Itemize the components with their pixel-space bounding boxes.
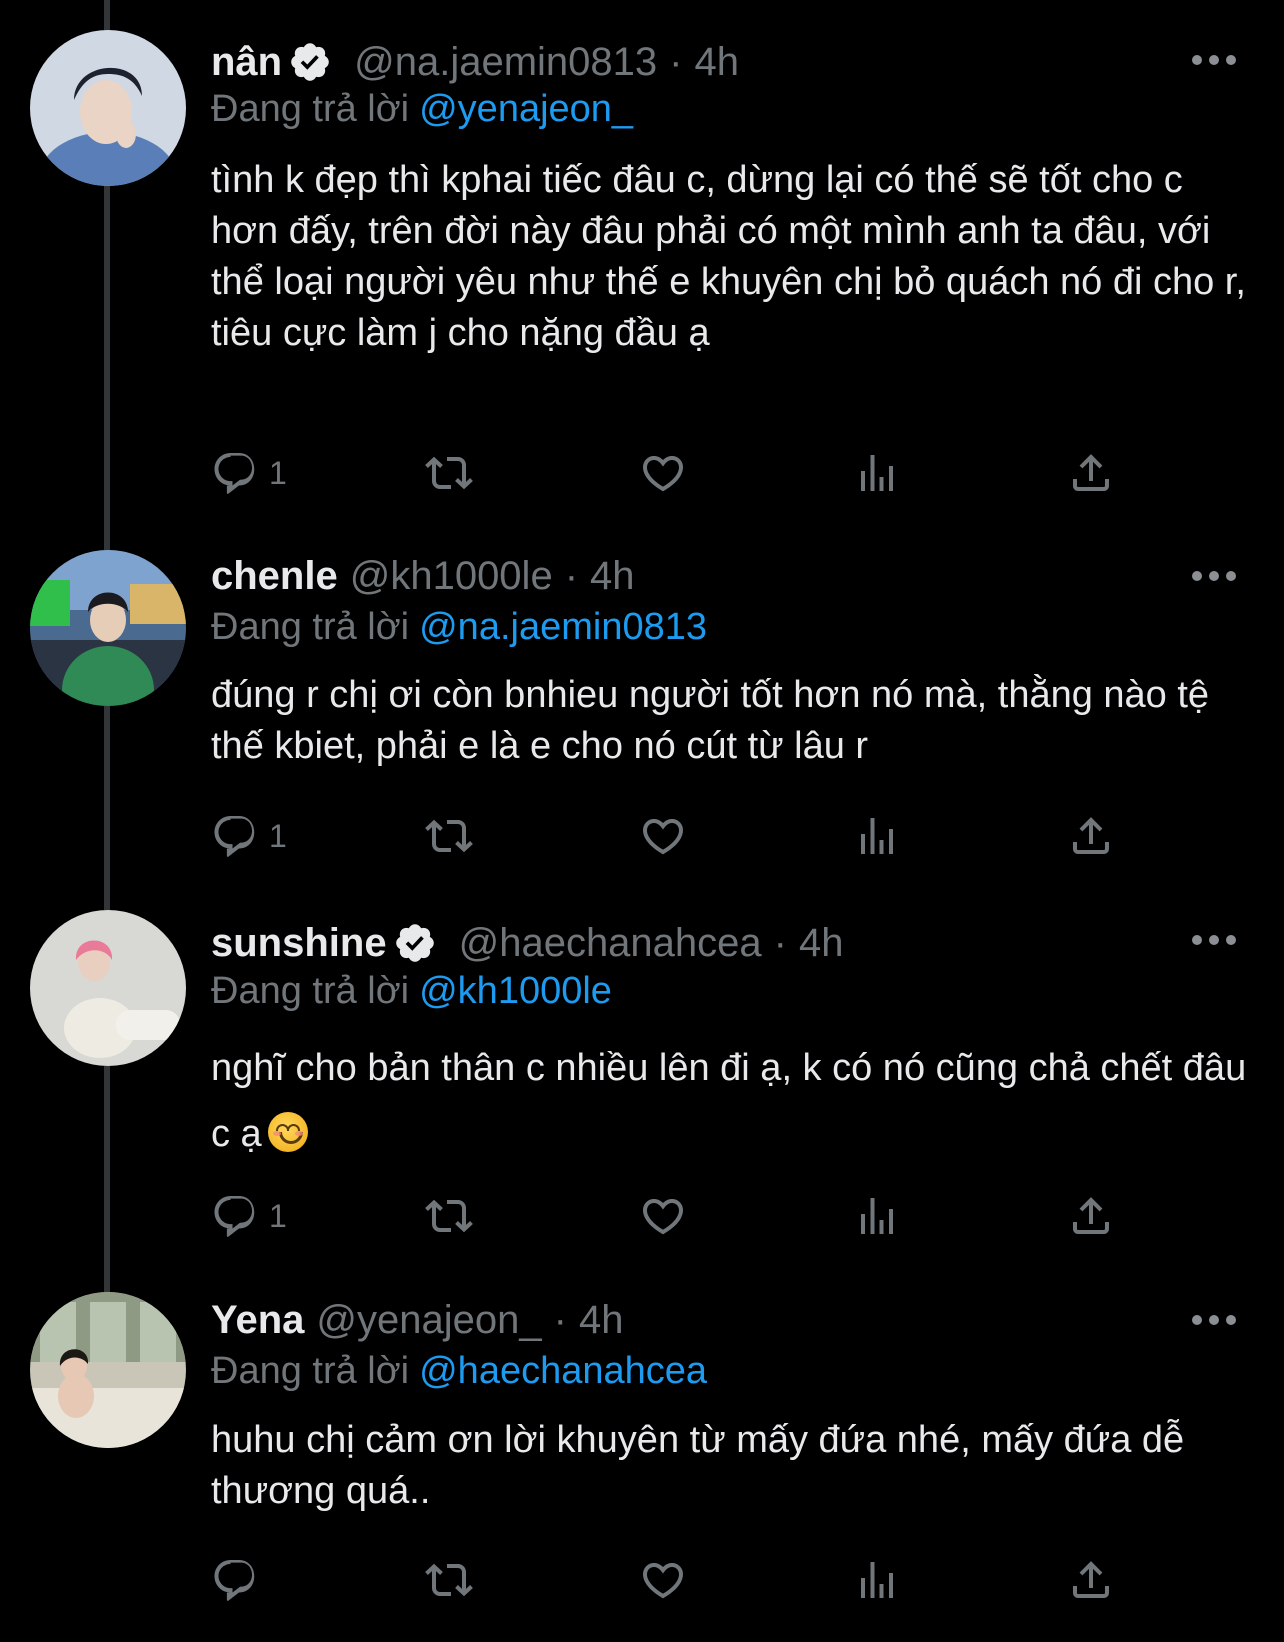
action-bar: 1 bbox=[211, 447, 1131, 499]
retweet-button[interactable] bbox=[425, 1554, 473, 1606]
share-icon bbox=[1067, 449, 1115, 497]
more-icon[interactable] bbox=[1192, 52, 1236, 68]
share-button[interactable] bbox=[1067, 1190, 1115, 1242]
reply-icon bbox=[211, 449, 259, 497]
views-button[interactable] bbox=[853, 810, 901, 862]
timestamp[interactable]: 4h bbox=[579, 1298, 624, 1343]
views-button[interactable] bbox=[853, 447, 901, 499]
reply-count: 1 bbox=[269, 817, 287, 854]
separator: · bbox=[669, 39, 683, 84]
reply-icon bbox=[211, 812, 259, 860]
timestamp[interactable]: 4h bbox=[590, 554, 635, 599]
views-icon bbox=[853, 1556, 901, 1604]
avatar[interactable] bbox=[30, 550, 186, 706]
more-icon[interactable] bbox=[1192, 1312, 1236, 1328]
reply-prefix: Đang trả lời bbox=[211, 606, 410, 648]
mention-link[interactable]: @yenajeon_ bbox=[419, 88, 633, 130]
tweet-text-content: nghĩ cho bản thân c nhiều lên đi ạ, k có… bbox=[211, 1047, 1247, 1155]
display-name[interactable]: nân bbox=[211, 40, 282, 85]
username[interactable]: @haechanahcea bbox=[459, 921, 762, 966]
reply-context: Đang trả lời @haechanahcea bbox=[211, 1350, 707, 1393]
reply-icon bbox=[211, 1192, 259, 1240]
avatar[interactable] bbox=[30, 910, 186, 1066]
reply-context: Đang trả lời @yenajeon_ bbox=[211, 88, 633, 131]
retweet-icon bbox=[425, 1192, 473, 1240]
separator: · bbox=[773, 920, 787, 965]
reply-count: 1 bbox=[269, 1197, 287, 1234]
tweet-text: huhu chị cảm ơn lời khuyên từ mấy đứa nh… bbox=[211, 1419, 1185, 1512]
reply-count: 1 bbox=[269, 454, 287, 491]
like-icon bbox=[639, 1556, 687, 1604]
separator: · bbox=[553, 1297, 567, 1342]
more-icon[interactable] bbox=[1192, 932, 1236, 948]
views-button[interactable] bbox=[853, 1554, 901, 1606]
action-bar: 1 bbox=[211, 1190, 1131, 1242]
timestamp[interactable]: 4h bbox=[694, 40, 739, 85]
like-button[interactable] bbox=[639, 1554, 687, 1606]
username[interactable]: @kh1000le bbox=[350, 554, 553, 599]
like-icon bbox=[639, 812, 687, 860]
action-bar bbox=[211, 1554, 1131, 1606]
thread-line bbox=[104, 1066, 110, 1292]
reply-prefix: Đang trả lời bbox=[211, 88, 410, 130]
like-button[interactable] bbox=[639, 447, 687, 499]
display-name[interactable]: Yena bbox=[211, 1298, 304, 1343]
share-button[interactable] bbox=[1067, 1554, 1115, 1606]
retweet-icon bbox=[425, 812, 473, 860]
tweet-text: đúng r chị ơi còn bnhieu người tốt hơn n… bbox=[211, 674, 1210, 767]
avatar[interactable] bbox=[30, 1292, 186, 1448]
views-icon bbox=[853, 1192, 901, 1240]
username[interactable]: @yenajeon_ bbox=[316, 1298, 541, 1343]
avatar[interactable] bbox=[30, 30, 186, 186]
mention-link[interactable]: @na.jaemin0813 bbox=[419, 606, 707, 648]
mention-link[interactable]: @haechanahcea bbox=[419, 1350, 707, 1392]
reply-icon bbox=[211, 1556, 259, 1604]
retweet-button[interactable] bbox=[425, 1190, 473, 1242]
reply-prefix: Đang trả lời bbox=[211, 1350, 410, 1392]
reply-button[interactable] bbox=[211, 1554, 259, 1606]
reply-button[interactable]: 1 bbox=[211, 447, 287, 499]
views-button[interactable] bbox=[853, 1190, 901, 1242]
thread-line bbox=[104, 186, 110, 550]
like-button[interactable] bbox=[639, 810, 687, 862]
tweet-header: Yena @yenajeon_ · 4h bbox=[211, 1294, 623, 1346]
share-icon bbox=[1067, 812, 1115, 860]
retweet-button[interactable] bbox=[425, 810, 473, 862]
tweet-header: sunshine @haechanahcea · 4h bbox=[211, 917, 844, 969]
tweet-header: chenle @kh1000le · 4h bbox=[211, 550, 635, 602]
share-icon bbox=[1067, 1192, 1115, 1240]
more-icon[interactable] bbox=[1192, 568, 1236, 584]
retweet-button[interactable] bbox=[425, 447, 473, 499]
verified-badge-icon bbox=[288, 40, 332, 84]
display-name[interactable]: chenle bbox=[211, 554, 338, 599]
like-icon bbox=[639, 1192, 687, 1240]
like-button[interactable] bbox=[639, 1190, 687, 1242]
share-button[interactable] bbox=[1067, 810, 1115, 862]
timestamp[interactable]: 4h bbox=[799, 921, 844, 966]
share-button[interactable] bbox=[1067, 447, 1115, 499]
verified-badge-icon bbox=[393, 921, 437, 965]
reply-button[interactable]: 1 bbox=[211, 810, 287, 862]
display-name[interactable]: sunshine bbox=[211, 921, 387, 966]
views-icon bbox=[853, 812, 901, 860]
views-icon bbox=[853, 449, 901, 497]
retweet-icon bbox=[425, 449, 473, 497]
tweet-text: nghĩ cho bản thân c nhiều lên đi ạ, k có… bbox=[211, 1035, 1251, 1167]
reply-button[interactable]: 1 bbox=[211, 1190, 287, 1242]
share-icon bbox=[1067, 1556, 1115, 1604]
mention-link[interactable]: @kh1000le bbox=[419, 970, 612, 1012]
username[interactable]: @na.jaemin0813 bbox=[354, 40, 657, 85]
smiling-face-emoji bbox=[267, 1112, 308, 1152]
tweet-header: nân @na.jaemin0813 · 4h bbox=[211, 36, 739, 88]
thread-line bbox=[104, 706, 110, 910]
reply-context: Đang trả lời @kh1000le bbox=[211, 970, 612, 1013]
tweet-text: tình k đẹp thì kphai tiếc đâu c, dừng lạ… bbox=[211, 159, 1246, 354]
like-icon bbox=[639, 449, 687, 497]
retweet-icon bbox=[425, 1556, 473, 1604]
reply-context: Đang trả lời @na.jaemin0813 bbox=[211, 606, 707, 649]
action-bar: 1 bbox=[211, 810, 1131, 862]
separator: · bbox=[564, 553, 579, 598]
reply-prefix: Đang trả lời bbox=[211, 970, 410, 1012]
